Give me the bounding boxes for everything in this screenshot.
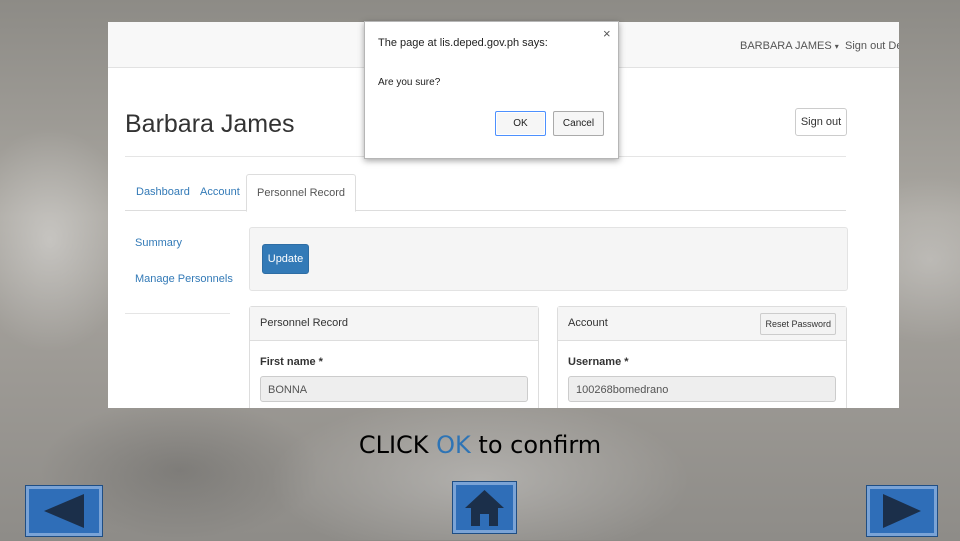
signout-button[interactable]: Sign out: [795, 108, 847, 136]
first-name-field[interactable]: BONNA: [260, 376, 528, 402]
dialog-title: The page at lis.deped.gov.ph says:: [378, 37, 548, 49]
next-button[interactable]: [866, 485, 938, 537]
user-menu[interactable]: BARBARA JAMES ▾: [740, 40, 839, 52]
username-field[interactable]: 100268bomedrano: [568, 376, 836, 402]
close-icon[interactable]: ×: [603, 26, 611, 41]
cancel-button[interactable]: Cancel: [553, 111, 604, 136]
home-icon: [465, 490, 504, 526]
sidebar-item-summary[interactable]: Summary: [135, 237, 182, 249]
action-panel: Update: [249, 227, 848, 291]
reset-password-button[interactable]: Reset Password: [760, 313, 836, 335]
instruction-prefix: CLICK: [358, 431, 437, 459]
instruction-highlight: OK: [436, 431, 471, 459]
tab-account[interactable]: Account: [200, 174, 240, 210]
sidebar-item-manage-personnels[interactable]: Manage Personnels: [135, 273, 233, 285]
right-arrow-icon: [883, 494, 921, 528]
dialog-message: Are you sure?: [378, 77, 441, 88]
tab-bar: Dashboard Account Personnel Record: [125, 174, 846, 212]
update-button[interactable]: Update: [262, 244, 309, 274]
user-menu-label: BARBARA JAMES: [740, 40, 832, 52]
confirm-dialog: The page at lis.deped.gov.ph says: × Are…: [364, 21, 619, 159]
panel-heading: Account Reset Password: [558, 307, 846, 341]
page-title: Barbara James: [125, 110, 295, 138]
panel-title: Account: [568, 317, 608, 329]
personnel-record-panel: Personnel Record First name * BONNA: [249, 306, 539, 408]
tab-dashboard[interactable]: Dashboard: [136, 174, 190, 210]
previous-button[interactable]: [25, 485, 103, 537]
instruction-caption: CLICK OK to confirm: [0, 431, 960, 459]
account-panel: Account Reset Password Username * 100268…: [557, 306, 847, 408]
instruction-suffix: to confirm: [470, 431, 602, 459]
signout-link[interactable]: Sign out Dep: [845, 40, 899, 52]
divider: [125, 313, 230, 314]
home-button[interactable]: [452, 481, 517, 534]
tab-personnel-record[interactable]: Personnel Record: [246, 174, 357, 212]
left-arrow-icon: [44, 494, 84, 528]
caret-down-icon: ▾: [834, 42, 839, 51]
ok-button[interactable]: OK: [495, 111, 546, 136]
panel-heading: Personnel Record: [250, 307, 538, 341]
first-name-label: First name *: [260, 356, 323, 368]
username-label: Username *: [568, 356, 629, 368]
